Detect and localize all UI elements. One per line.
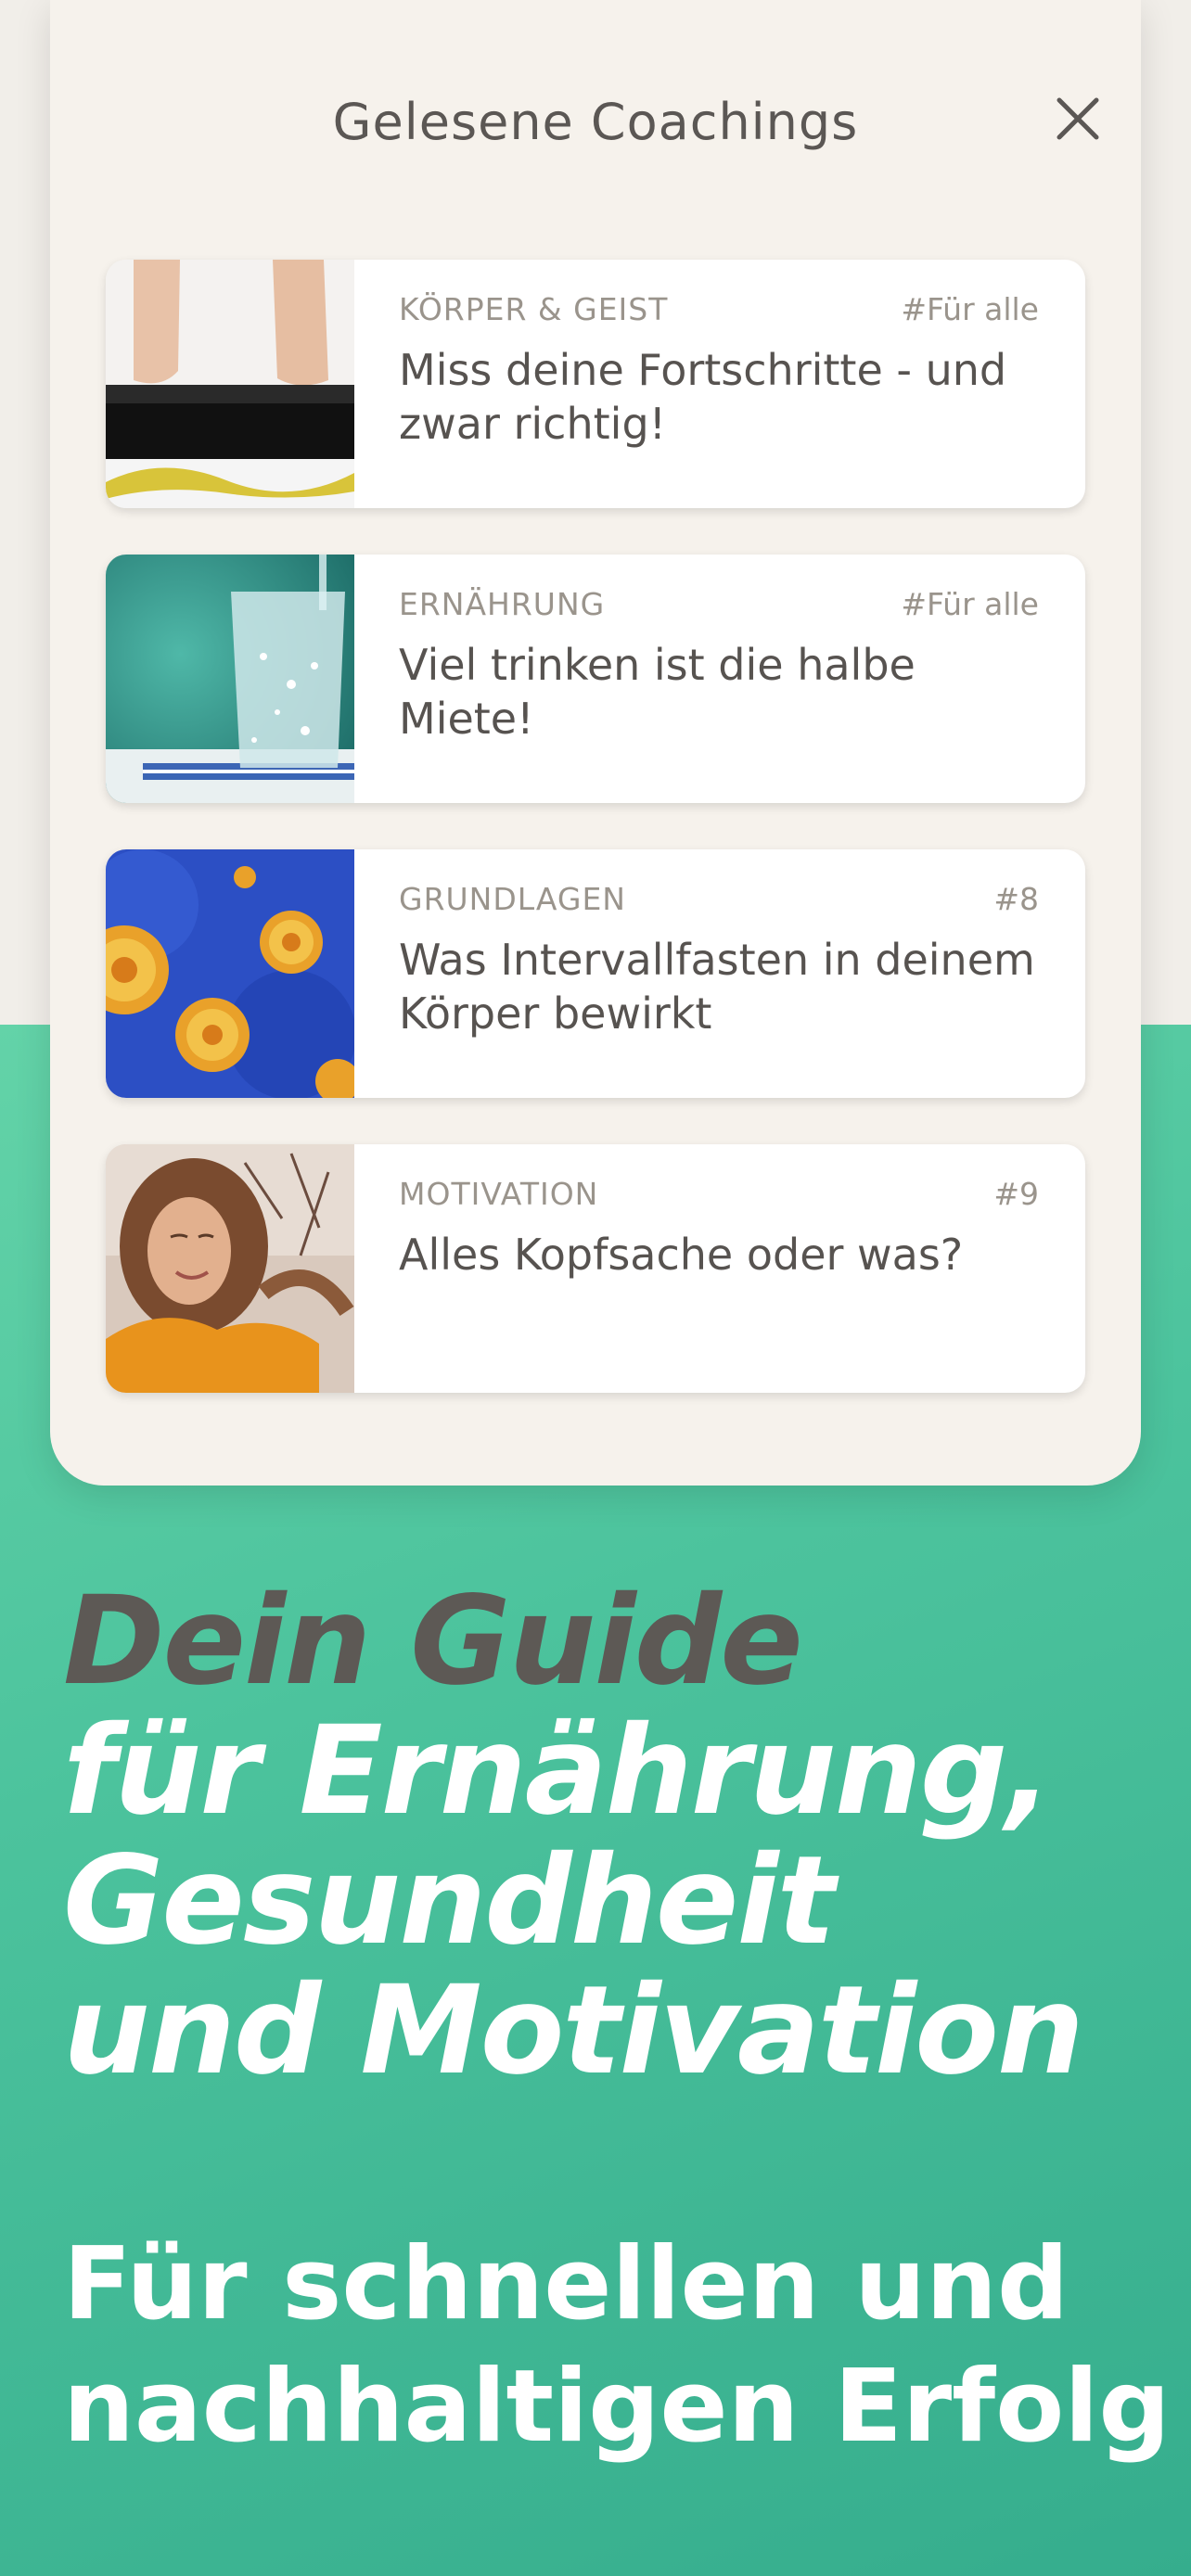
card-tag: #9: [993, 1176, 1039, 1212]
scale-feet-image: [106, 260, 354, 508]
cells-image: [106, 849, 354, 1098]
card-category: KÖRPER & GEIST: [399, 291, 669, 327]
headline-line-2: für Ernährung,: [63, 1700, 1052, 1843]
subline-line-1: Für schnellen und: [63, 2226, 1069, 2342]
card-title: Alles Kopfsache oder was?: [399, 1230, 964, 1280]
card-title: Viel trinken ist die halbe Miete!: [399, 640, 916, 744]
headline-line-3: Gesundheit: [63, 1830, 836, 1972]
woman-portrait-image: [106, 1144, 354, 1393]
headline-line-1: Dein Guide: [63, 1570, 803, 1713]
close-icon: [1057, 97, 1099, 140]
coaching-card[interactable]: ERNÄHRUNG #Für alle Viel trinken ist die…: [106, 555, 1085, 803]
card-category: MOTIVATION: [399, 1176, 599, 1212]
card-category: GRUNDLAGEN: [399, 881, 626, 917]
coaching-card[interactable]: GRUNDLAGEN #8 Was Intervallfasten in dei…: [106, 849, 1085, 1098]
headline: Dein Guide für Ernährung, Gesundheit und…: [63, 1570, 1084, 2102]
panel-title: Gelesene Coachings: [332, 93, 859, 151]
read-coachings-panel: Gelesene Coachings KÖRPER & GEIST #Für a…: [50, 0, 1141, 1486]
coaching-card[interactable]: MOTIVATION #9 Alles Kopfsache oder was?: [106, 1144, 1085, 1393]
card-tag: #Für alle: [901, 586, 1039, 622]
subline-line-2: nachhaltigen Erfolg: [63, 2349, 1171, 2465]
coaching-card[interactable]: KÖRPER & GEIST #Für alle Miss deine Fort…: [106, 260, 1085, 508]
card-title: Miss deine Fortschritte - und zwar richt…: [399, 345, 1007, 449]
card-category: ERNÄHRUNG: [399, 586, 606, 622]
card-tag: #8: [993, 881, 1039, 917]
headline-line-4: und Motivation: [63, 1959, 1084, 2102]
water-glass-image: [106, 555, 354, 803]
close-button[interactable]: [1050, 91, 1106, 147]
subline: Für schnellen und nachhaltigen Erfolg: [63, 2224, 1171, 2468]
card-title: Was Intervallfasten in deinem Körper bew…: [399, 935, 1035, 1039]
card-tag: #Für alle: [901, 291, 1039, 327]
